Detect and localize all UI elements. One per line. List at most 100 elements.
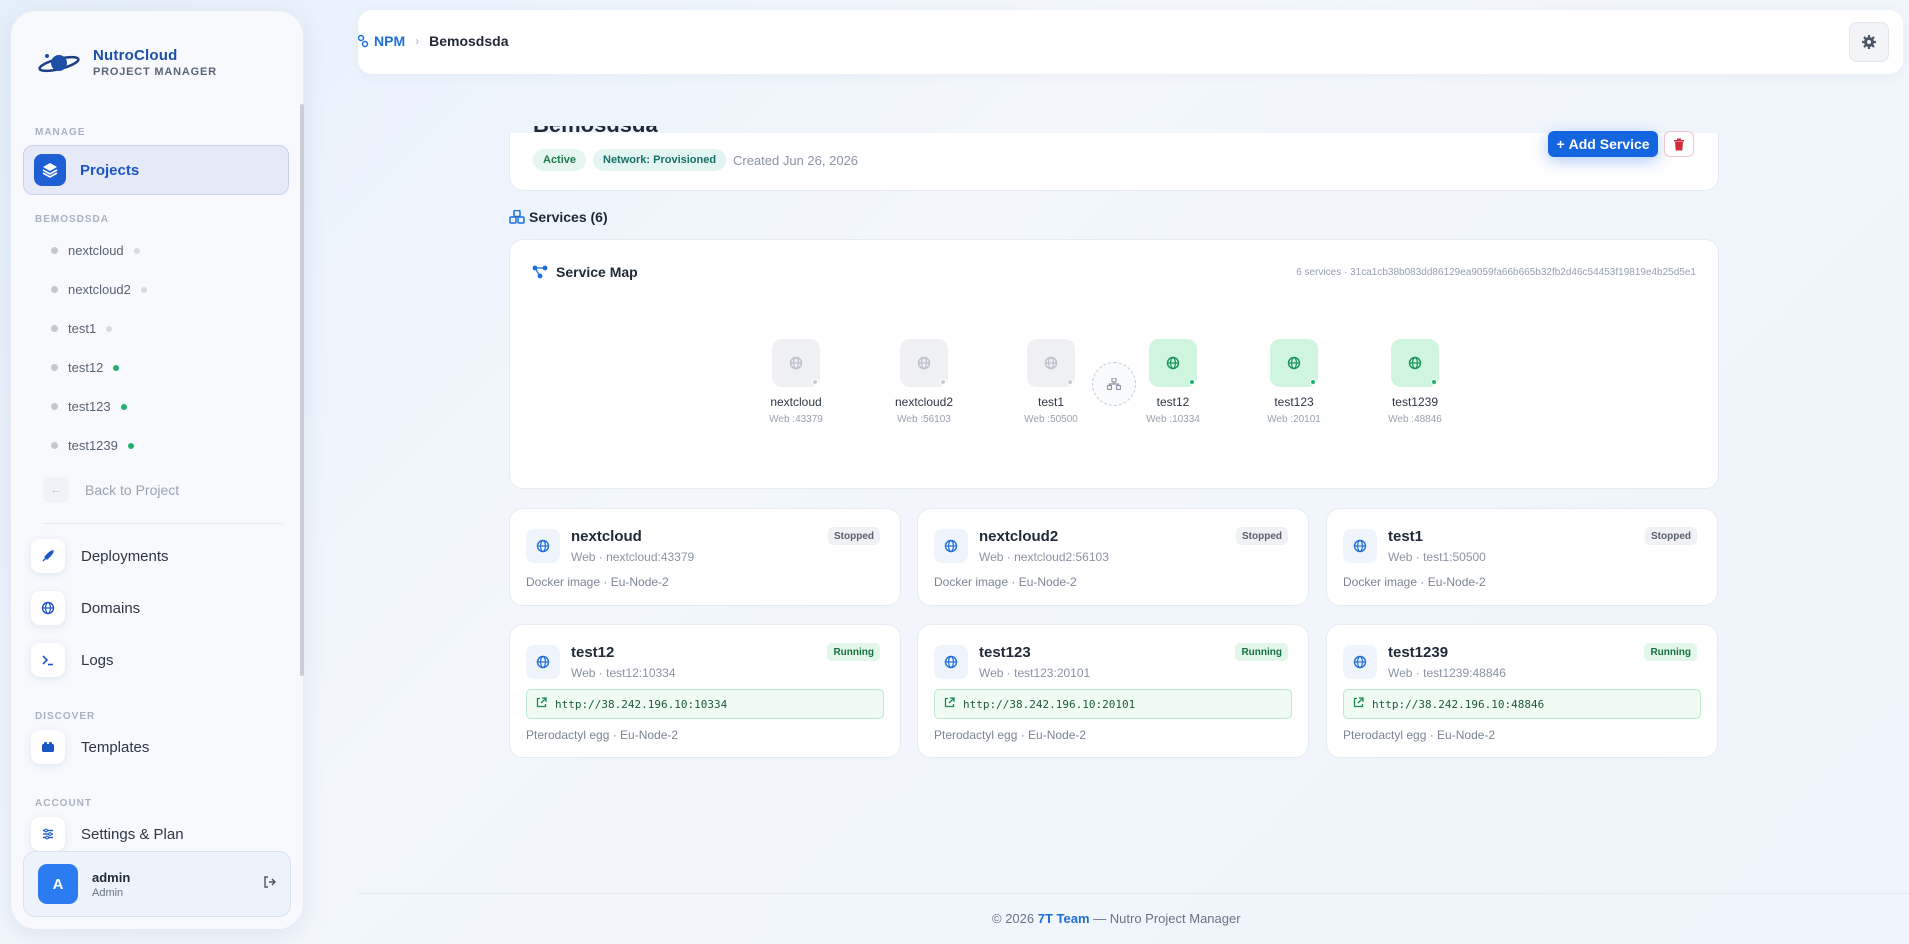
service-source: Pterodactyl egg · Eu-Node-2	[526, 728, 679, 742]
sidebar-item-label: Domains	[81, 599, 141, 617]
sidebar-service-label: nextcloud2	[68, 282, 131, 297]
map-node-nextcloud[interactable]: nextcloud Web :43379	[751, 339, 841, 425]
sidebar-item-settings[interactable]: Settings & Plan	[31, 817, 184, 851]
map-node-name: nextcloud	[770, 395, 822, 409]
sidebar-scrollbar[interactable]	[300, 104, 304, 676]
sidebar-service-label: nextcloud	[68, 243, 124, 258]
map-node-port: Web :20101	[1267, 414, 1321, 425]
add-service-button[interactable]: + Add Service	[1548, 131, 1658, 157]
brand[interactable]: NutroCloud PROJECT MANAGER	[37, 47, 217, 78]
service-card-test123[interactable]: test123 Web · test123:20101 Running http…	[917, 624, 1309, 758]
sidebar-service-test1[interactable]: test1	[51, 321, 113, 336]
network-icon	[532, 265, 548, 279]
service-url: http://38.242.196.10:10334	[555, 697, 728, 711]
map-node-name: test1	[1037, 395, 1064, 409]
footer-team-link[interactable]: 7T Team	[1038, 911, 1090, 926]
service-endpoint: Web · test12:10334	[571, 666, 676, 680]
sidebar-service-nextcloud2[interactable]: nextcloud2	[51, 282, 147, 297]
sidebar-service-label: test1239	[68, 438, 118, 453]
sidebar: NutroCloud PROJECT MANAGER MANAGE Projec…	[10, 10, 304, 930]
sidebar-service-label: test12	[68, 360, 104, 375]
map-node-port: Web :48846	[1388, 414, 1442, 425]
sidebar-item-templates[interactable]: Templates	[31, 730, 149, 764]
status-dot	[1310, 379, 1316, 385]
back-to-project-link[interactable]: ← Back to Project	[43, 477, 179, 503]
service-source: Docker image · Eu-Node-2	[526, 575, 669, 589]
logout-icon[interactable]	[262, 875, 276, 894]
footer: © 2026 7T Team — Nutro Project Manager	[992, 911, 1241, 926]
service-map-title-label: Service Map	[556, 264, 638, 280]
map-node-test1239[interactable]: test1239 Web :48846	[1370, 339, 1460, 425]
service-url-link[interactable]: http://38.242.196.10:10334	[526, 689, 884, 719]
bullet-icon	[51, 442, 58, 449]
sidebar-item-label: Projects	[80, 161, 140, 179]
status-dot	[113, 364, 120, 371]
sidebar-item-label: Deployments	[81, 547, 169, 565]
status-dot	[120, 403, 127, 410]
footer-suffix: — Nutro Project Manager	[1093, 911, 1241, 926]
service-card-test1239[interactable]: test1239 Web · test1239:48846 Running ht…	[1326, 624, 1718, 758]
service-map-meta: 6 services · 31ca1cb38b083dd86129ea9059f…	[1296, 267, 1696, 278]
map-node-port: Web :10334	[1146, 414, 1200, 425]
status-dot	[1431, 379, 1437, 385]
map-node-nextcloud2[interactable]: nextcloud2 Web :56103	[879, 339, 969, 425]
map-node-test123[interactable]: test123 Web :20101	[1249, 339, 1339, 425]
service-endpoint: Web · test123:20101	[979, 666, 1091, 680]
bullet-icon	[51, 247, 58, 254]
globe-icon	[1408, 356, 1422, 370]
sidebar-item-deployments[interactable]: Deployments	[31, 539, 169, 573]
sidebar-service-nextcloud[interactable]: nextcloud	[51, 243, 140, 258]
layers-icon	[34, 154, 66, 186]
breadcrumb-root[interactable]: NPM	[358, 33, 405, 49]
services-heading-label: Services (6)	[529, 209, 608, 225]
service-source: Docker image · Eu-Node-2	[934, 575, 1077, 589]
back-label: Back to Project	[85, 482, 180, 498]
map-node-test1[interactable]: test1 Web :50500	[1006, 339, 1096, 425]
terminal-icon	[31, 643, 65, 677]
service-name: test12	[571, 644, 615, 661]
divider	[43, 523, 283, 524]
external-link-icon	[944, 697, 955, 711]
sidebar-service-test1239[interactable]: test1239	[51, 438, 134, 453]
service-card-test1[interactable]: test1 Web · test1:50500 Stopped Docker i…	[1326, 508, 1718, 606]
settings-button[interactable]	[1849, 22, 1889, 62]
section-label-discover: DISCOVER	[35, 711, 96, 722]
sidebar-item-projects[interactable]: Projects	[23, 145, 289, 195]
gear-icon	[1862, 35, 1876, 49]
add-service-label: Add Service	[1568, 136, 1650, 152]
map-node-test12[interactable]: test12 Web :10334	[1128, 339, 1218, 425]
status-badge: Stopped	[828, 527, 880, 545]
status-dot	[140, 286, 147, 293]
bullet-icon	[51, 403, 58, 410]
service-url: http://38.242.196.10:48846	[1372, 697, 1545, 711]
map-node-port: Web :56103	[897, 414, 951, 425]
external-link-icon	[536, 697, 547, 711]
sidebar-service-test123[interactable]: test123	[51, 399, 127, 414]
service-card-nextcloud2[interactable]: nextcloud2 Web · nextcloud2:56103 Stoppe…	[917, 508, 1309, 606]
globe-icon	[934, 529, 968, 563]
sidebar-service-label: test123	[68, 399, 111, 414]
bullet-icon	[51, 286, 58, 293]
service-card-test12[interactable]: test12 Web · test12:10334 Running http:/…	[509, 624, 901, 758]
service-url-link[interactable]: http://38.242.196.10:48846	[1343, 689, 1701, 719]
rocket-icon	[31, 539, 65, 573]
user-card: A admin Admin	[23, 851, 291, 917]
service-source: Pterodactyl egg · Eu-Node-2	[1343, 728, 1496, 742]
sidebar-item-domains[interactable]: Domains	[31, 591, 140, 625]
globe-icon	[1166, 356, 1180, 370]
sidebar-service-test12[interactable]: test12	[51, 360, 120, 375]
globe-icon	[934, 645, 968, 679]
service-url: http://38.242.196.10:20101	[963, 697, 1136, 711]
service-url-link[interactable]: http://38.242.196.10:20101	[934, 689, 1292, 719]
globe-icon	[789, 356, 803, 370]
chevron-right-icon: ›	[415, 34, 420, 48]
sidebar-item-logs[interactable]: Logs	[31, 643, 114, 677]
service-card-nextcloud[interactable]: nextcloud Web · nextcloud:43379 Stopped …	[509, 508, 901, 606]
user-name: admin	[92, 869, 131, 885]
status-badge: Active	[533, 149, 587, 171]
status-badge: Running	[1235, 643, 1288, 661]
avatar[interactable]: A	[38, 864, 78, 904]
delete-project-button[interactable]	[1664, 131, 1694, 157]
service-name: test1	[1388, 528, 1424, 545]
status-dot	[1067, 379, 1073, 385]
